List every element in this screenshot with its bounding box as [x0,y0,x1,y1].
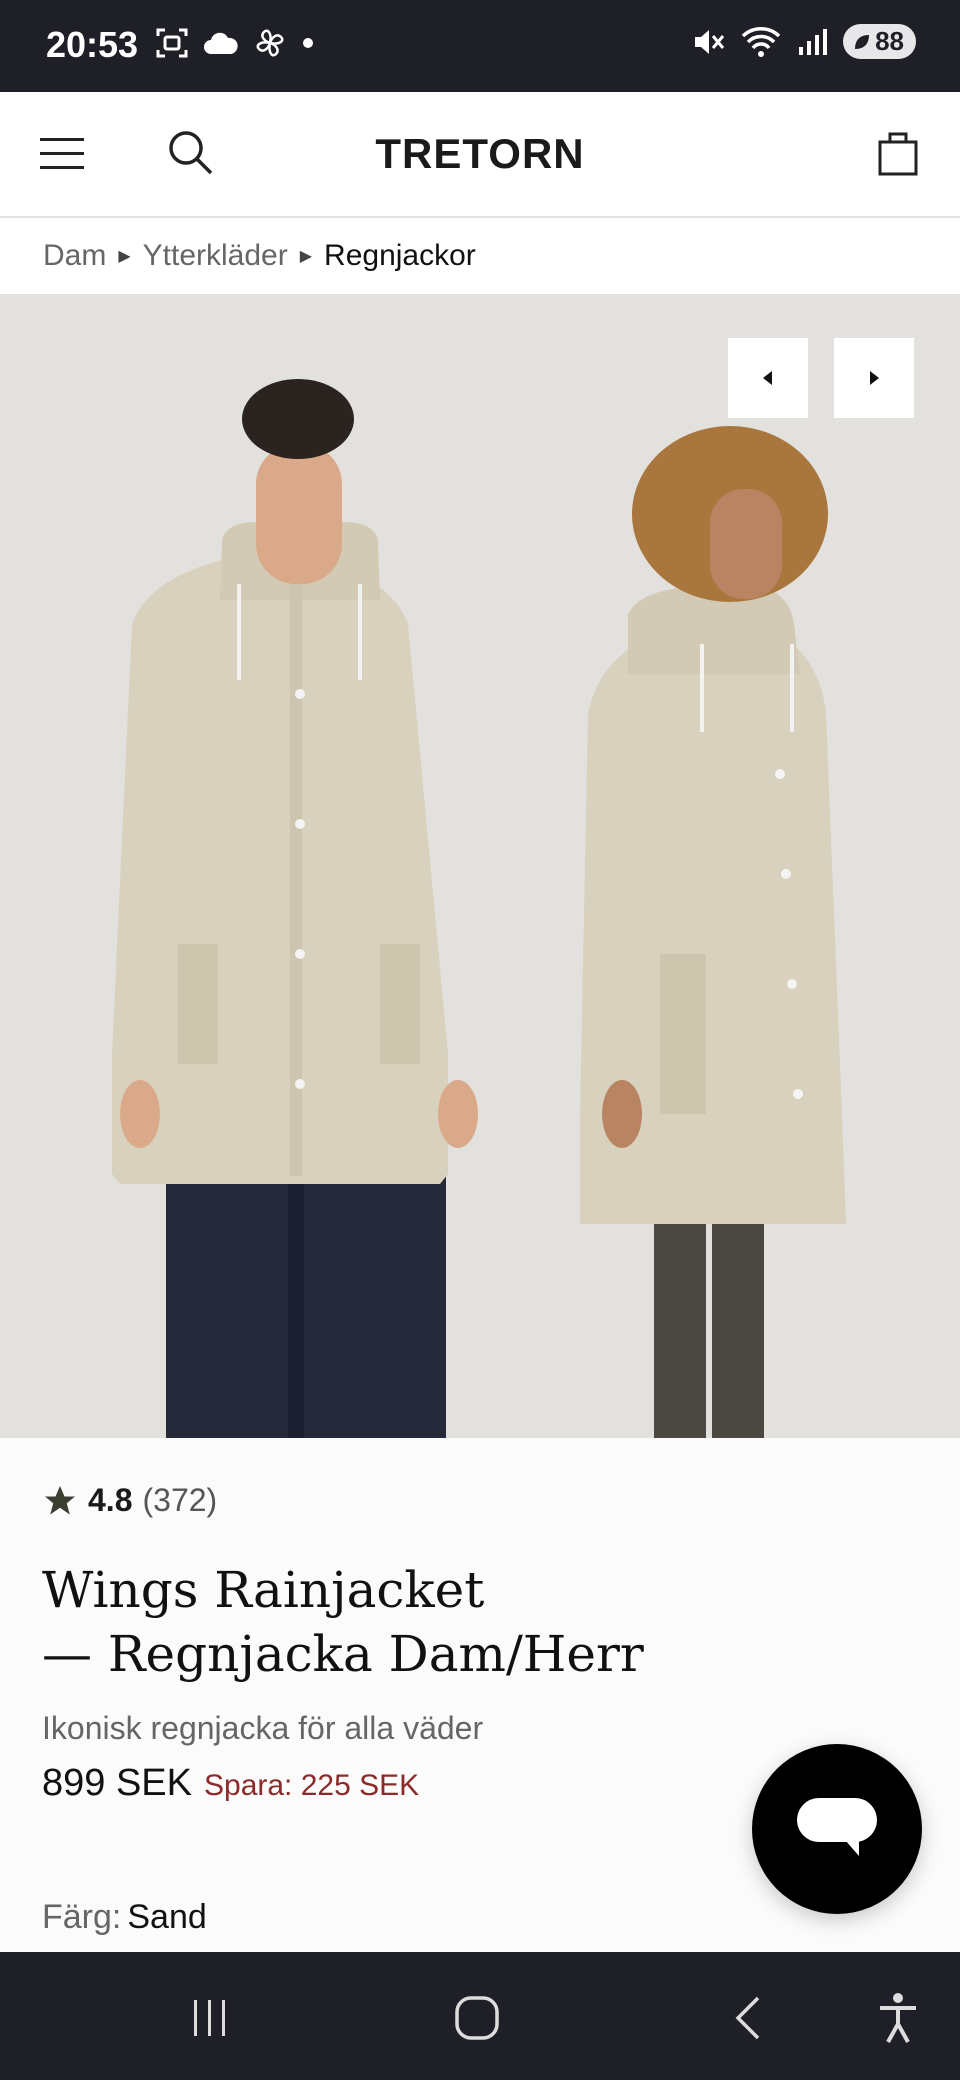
status-right-icons: 88 [691,24,916,59]
mute-icon [695,29,725,54]
wifi-icon [741,26,781,57]
product-image-carousel[interactable] [0,294,960,1438]
model-man [112,379,478,1438]
back-icon [735,1996,760,2040]
battery-level: 88 [875,26,904,56]
star-icon [45,1485,75,1514]
back-button[interactable] [718,1988,778,2048]
breadcrumb: Dam ▶ Ytterkläder ▶ Regnjackor [43,236,476,276]
product-title: Wings Rainjacket — Regnjacka Dam/Herr [42,1558,862,1686]
signal-icon [799,28,828,55]
accessibility-button[interactable] [868,1988,928,2048]
screenshot-icon [156,28,188,58]
product-title-line2: — Regnjacka Dam/Herr [42,1625,644,1683]
battery-indicator: 88 [843,24,916,59]
leaf-icon [855,34,870,49]
breadcrumb-ytterklader[interactable]: Ytterkläder [143,239,288,273]
review-count: (372) [142,1482,218,1518]
home-button[interactable] [447,1988,507,2048]
color-row: Färg: Sand [42,1898,207,1937]
caret-right-icon [870,371,879,385]
cart-button[interactable] [876,128,920,178]
product-subtitle: Ikonisk regnjacka för alla väder [42,1710,484,1746]
home-icon [455,1996,499,2040]
savings-label: Spara: 225 SEK [204,1769,420,1802]
recent-apps-icon [194,2000,225,2036]
breadcrumb-regnjackor: Regnjackor [324,239,476,272]
carousel-next-button[interactable] [834,338,914,418]
breadcrumb-separator-icon: ▶ [118,248,131,265]
model-woman [580,426,846,1438]
accessibility-icon [880,1993,916,2043]
status-left-icons [155,26,315,60]
price-row: 899 SEK Spara: 225 SEK [42,1762,419,1805]
system-nav-bar [0,1952,960,2080]
product-price: 899 SEK [42,1762,192,1804]
cloud-icon [204,32,238,54]
product-title-line1: Wings Rainjacket [42,1561,485,1619]
color-value: Sand [127,1898,207,1936]
breadcrumb-separator-icon: ▶ [299,248,313,265]
shopping-bag-icon [878,132,918,176]
product-photo [112,379,846,1438]
pinwheel-icon [256,29,284,57]
brand-logo[interactable]: TRETORN [0,130,960,178]
chat-button[interactable] [752,1744,922,1914]
status-bar: 20:53 88 [0,0,960,92]
status-time: 20:53 [46,24,139,65]
breadcrumb-dam[interactable]: Dam [43,239,106,273]
recent-apps-button[interactable] [180,1988,240,2048]
caret-left-icon [763,371,772,385]
color-label: Färg: [42,1898,122,1936]
chat-bubble-icon [797,1798,877,1856]
product-rating[interactable]: 4.8 (372) [42,1482,217,1519]
site-header: TRETORN [0,92,960,218]
dot-icon [303,38,313,48]
rating-score: 4.8 [88,1482,133,1518]
carousel-prev-button[interactable] [728,338,808,418]
